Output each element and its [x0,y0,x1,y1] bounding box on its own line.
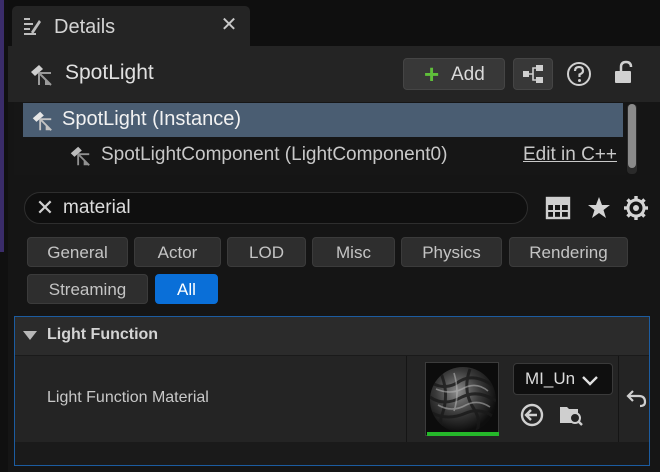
component-label: SpotLight (Instance) [62,108,241,130]
column-divider [618,356,619,442]
category-physics[interactable]: Physics [401,237,502,267]
property-label: Light Function Material [47,389,209,406]
component-label: SpotLightComponent (LightComponent0) [101,144,448,165]
actor-header: SpotLight + Add [8,46,660,102]
table-view-icon[interactable] [544,194,572,222]
section-light-function[interactable]: Light Function [15,317,649,355]
component-tree-item-instance[interactable]: SpotLight (Instance) [23,103,623,137]
category-actor[interactable]: Actor [134,237,221,267]
tab-bar: Details ✕ [8,0,660,46]
browse-asset-icon[interactable] [558,401,584,427]
category-lod[interactable]: LOD [227,237,306,267]
favorites-star-icon[interactable] [585,194,613,222]
spotlight-icon [32,111,52,131]
category-streaming[interactable]: Streaming [27,274,148,304]
category-all[interactable]: All [155,274,218,304]
spotlight-icon [31,65,52,86]
category-misc[interactable]: Misc [312,237,395,267]
plus-icon: + [424,59,440,89]
left-edge-accent [0,0,4,252]
blueprint-button[interactable] [513,58,553,90]
spotlight-icon [70,146,90,166]
add-component-button[interactable]: + Add [403,58,505,90]
tab-title: Details [54,16,116,38]
properties-empty-area [15,442,649,465]
tab-details[interactable]: Details ✕ [12,6,250,46]
material-sphere-icon [430,367,496,433]
category-general[interactable]: General [27,237,128,267]
use-selected-asset-icon[interactable] [519,402,545,428]
blueprint-icon [523,65,543,83]
column-divider[interactable] [406,356,407,442]
reset-to-default-icon[interactable] [624,386,648,410]
material-thumbnail[interactable] [425,362,499,436]
actor-name: SpotLight [65,61,154,84]
clear-search-icon[interactable]: ✕ [33,196,57,220]
search-input[interactable] [63,195,503,221]
search-box: ✕ [24,192,528,224]
section-title: Light Function [47,326,159,343]
details-icon [24,18,41,35]
add-button-label: Add [451,64,485,85]
asset-picker-combo[interactable]: MI_Un [513,363,613,395]
collapse-triangle-icon [23,331,37,340]
close-icon[interactable]: ✕ [217,12,241,38]
category-rendering[interactable]: Rendering [509,237,628,267]
asset-type-color-bar [427,432,499,436]
help-icon[interactable] [565,60,593,88]
edit-in-cpp-link[interactable]: Edit in C++ [523,144,617,166]
unlock-icon[interactable] [609,58,639,88]
settings-gear-icon[interactable] [622,194,650,222]
chevron-down-icon [582,376,598,386]
component-tree-scrollbar[interactable] [628,104,636,168]
asset-picker-value: MI_Un [525,369,576,388]
